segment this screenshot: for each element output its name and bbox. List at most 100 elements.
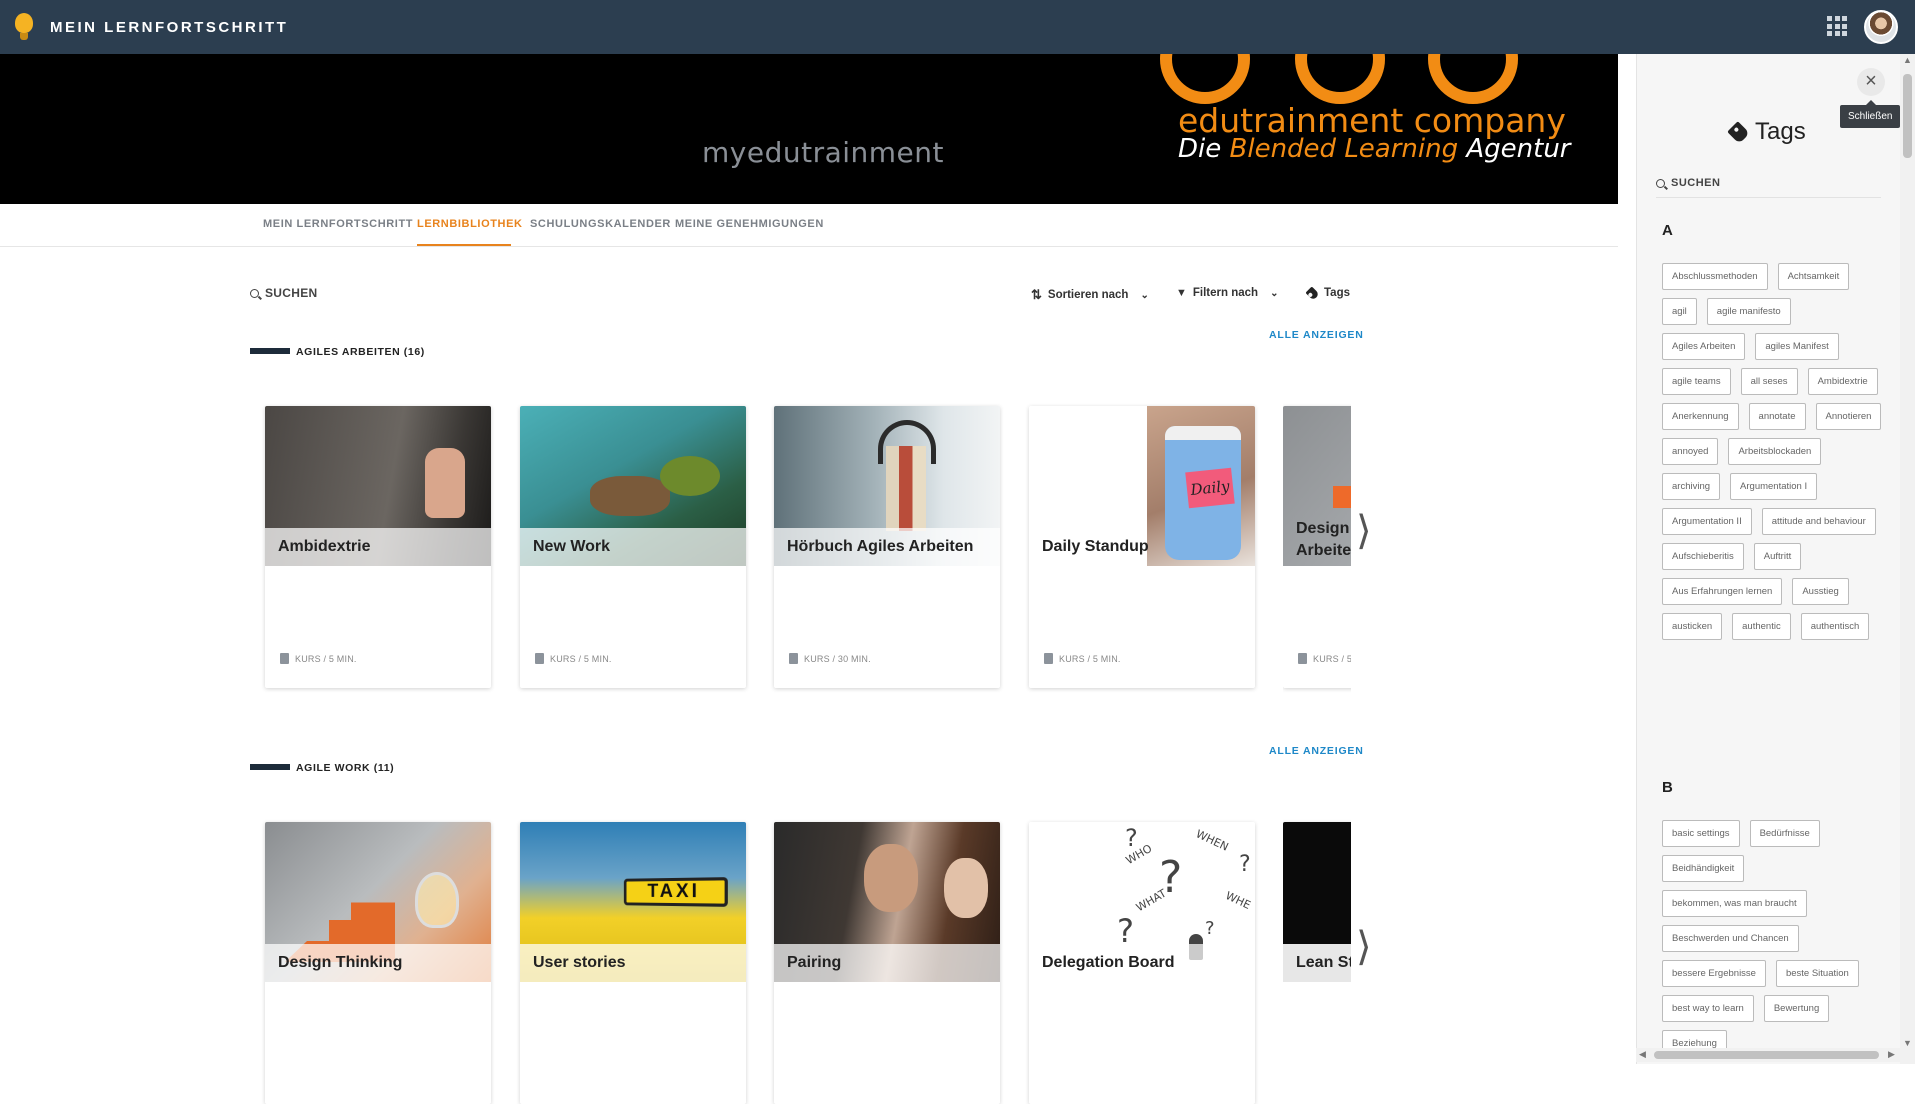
tag-list: Abschlussmethoden Achtsamkeit agil agile ma…	[1662, 263, 1882, 640]
tag-chip[interactable]: annoyed	[1662, 438, 1719, 465]
book-icon	[789, 653, 798, 664]
course-card[interactable]: Lean St	[1283, 822, 1351, 1064]
user-avatar[interactable]	[1864, 10, 1898, 44]
card-title: Design Thinking	[278, 954, 403, 971]
course-card[interactable]: Design Thinking	[265, 822, 491, 1104]
book-icon	[280, 653, 289, 664]
search-icon	[1656, 178, 1665, 188]
scroll-down-icon[interactable]: ▼	[1903, 1038, 1912, 1048]
search-icon	[250, 288, 259, 298]
tag-chip[interactable]: Bewertung	[1763, 995, 1830, 1022]
section-marker	[250, 348, 290, 354]
scroll-thumb[interactable]	[1903, 74, 1912, 158]
tag-chip[interactable]: authentic	[1732, 613, 1791, 640]
scroll-thumb[interactable]	[1654, 1051, 1879, 1059]
course-card[interactable]: Daily Daily Standup KURS / 5 MIN.	[1029, 406, 1255, 688]
filter-label: Filtern nach	[1192, 287, 1259, 299]
tag-chip[interactable]: Argumentation II	[1662, 508, 1752, 535]
tag-chip[interactable]: all seses	[1740, 368, 1798, 395]
vertical-scrollbar[interactable]: ▲ ▼	[1900, 54, 1915, 1064]
app-title[interactable]: MEIN LERNFORTSCHRITT	[50, 19, 288, 36]
card-meta: KURS / 5	[1313, 653, 1351, 664]
tag-chip[interactable]: agile manifesto	[1706, 298, 1791, 325]
sort-icon: ⇅	[1031, 287, 1042, 302]
tag-chip[interactable]: basic settings	[1662, 820, 1740, 847]
tag-chip[interactable]: bekommen, was man braucht	[1662, 890, 1807, 917]
tag-chip[interactable]: Bedürfnisse	[1749, 820, 1820, 847]
tags-button[interactable]: Tags	[1305, 285, 1350, 301]
tag-chip[interactable]: Ausstieg	[1792, 578, 1849, 605]
card-title: Daily Standup	[1042, 538, 1149, 555]
tag-chip[interactable]: Agiles Arbeiten	[1662, 333, 1746, 360]
question-mark-icon: ?	[1205, 918, 1215, 939]
tag-chip[interactable]: attitude and behaviour	[1761, 508, 1876, 535]
tag-group-letter: A	[1662, 222, 1673, 239]
tag-chip[interactable]: agile teams	[1662, 368, 1731, 395]
book-icon	[1044, 653, 1053, 664]
filter-dropdown[interactable]: ▼ Filtern nach ⌄	[1176, 287, 1278, 299]
scroll-up-icon[interactable]: ▲	[1903, 55, 1912, 65]
tag-chip[interactable]: Argumentation I	[1730, 473, 1818, 500]
tag-chip[interactable]: archiving	[1662, 473, 1721, 500]
show-all-link[interactable]: ALLE ANZEIGEN	[1269, 745, 1364, 757]
carousel-next-arrow[interactable]: ⟩	[1356, 508, 1372, 554]
tag-chip[interactable]: agiles Manifest	[1755, 333, 1839, 360]
course-card[interactable]: Design Arbeite KURS / 5	[1283, 406, 1351, 688]
tab-schulungskalender[interactable]: SCHULUNGSKALENDER	[530, 218, 671, 230]
tag-chip[interactable]: beste Situation	[1775, 960, 1859, 987]
card-title: New Work	[533, 538, 611, 555]
tab-meine-genehmigungen[interactable]: MEINE GENEHMIGUNGEN	[675, 218, 824, 230]
course-card[interactable]: ? ? ? ? ? WHO WHEN WHAT WHE Delegation B…	[1029, 822, 1255, 1104]
card-title: Lean St	[1296, 954, 1351, 971]
tag-chip[interactable]: Annotieren	[1815, 403, 1882, 430]
apps-grid-icon[interactable]	[1827, 16, 1847, 36]
banner-tagline: Die Blended Learning Agentur	[1178, 134, 1571, 164]
horizontal-scrollbar[interactable]: ◀ ▶	[1636, 1048, 1900, 1062]
tag-chip[interactable]: authentisch	[1800, 613, 1870, 640]
section-title: AGILE WORK (11)	[296, 762, 395, 774]
tag-chip[interactable]: Ambidextrie	[1807, 368, 1878, 395]
tag-chip[interactable]: Beidhändigkeit	[1662, 855, 1745, 882]
tag-chip[interactable]: Arbeitsblockaden	[1728, 438, 1822, 465]
tag-chip[interactable]: bessere Ergebnisse	[1662, 960, 1766, 987]
course-card[interactable]: Ambidextrie KURS / 5 MIN.	[265, 406, 491, 688]
scroll-right-icon[interactable]: ▶	[1888, 1049, 1895, 1060]
logo-ring	[1160, 54, 1250, 104]
tag-chip[interactable]: Anerkennung	[1662, 403, 1739, 430]
show-all-link[interactable]: ALLE ANZEIGEN	[1269, 329, 1364, 341]
tag-chip[interactable]: Beschwerden und Chancen	[1662, 925, 1799, 952]
tag-chip[interactable]: Achtsamkeit	[1777, 263, 1850, 290]
chevron-down-icon: ⌄	[1140, 289, 1149, 301]
hero-banner: myedutrainment edutrainment company Die …	[0, 54, 1618, 204]
tag-chip[interactable]: Auftritt	[1753, 543, 1802, 570]
scroll-left-icon[interactable]: ◀	[1639, 1049, 1646, 1060]
tag-chip[interactable]: annotate	[1748, 403, 1806, 430]
course-card[interactable]: New Work KURS / 5 MIN.	[520, 406, 746, 688]
sort-dropdown[interactable]: ⇅ Sortieren nach ⌄	[1031, 287, 1149, 303]
tab-lernbibliothek[interactable]: LERNBIBLIOTHEK	[417, 218, 523, 230]
delegation-word: WHE	[1223, 889, 1253, 912]
book-icon	[1298, 653, 1307, 664]
tag-chip[interactable]: agil	[1662, 298, 1697, 325]
tag-chip[interactable]: Abschlussmethoden	[1662, 263, 1768, 290]
carousel-next-arrow[interactable]: ⟩	[1356, 924, 1372, 970]
card-meta: KURS / 5 MIN.	[550, 653, 612, 664]
tag-chip[interactable]: Aus Erfahrungen lernen	[1662, 578, 1783, 605]
course-card[interactable]: Hörbuch Agiles Arbeiten KURS / 30 MIN.	[774, 406, 1000, 688]
logo-ring	[1295, 54, 1385, 104]
chevron-down-icon: ⌄	[1270, 287, 1279, 299]
card-meta: KURS / 30 MIN.	[804, 653, 871, 664]
close-button[interactable]: ×	[1857, 68, 1885, 96]
tags-search[interactable]: SUCHEN	[1656, 177, 1881, 198]
tab-mein-lernfortschritt[interactable]: MEIN LERNFORTSCHRITT	[263, 218, 413, 230]
course-card[interactable]: TAXI User stories	[520, 822, 746, 1104]
logo-ring	[1428, 54, 1518, 104]
course-card[interactable]: Pairing	[774, 822, 1000, 1104]
tag-icon	[1305, 285, 1320, 301]
tag-chip[interactable]: Aufschieberitis	[1662, 543, 1744, 570]
tag-chip[interactable]: austicken	[1662, 613, 1723, 640]
tag-chip[interactable]: best way to learn	[1662, 995, 1754, 1022]
library-search[interactable]: SUCHEN	[250, 286, 317, 300]
lightbulb-logo-icon[interactable]	[14, 12, 34, 42]
card-meta: KURS / 5 MIN.	[295, 653, 357, 664]
